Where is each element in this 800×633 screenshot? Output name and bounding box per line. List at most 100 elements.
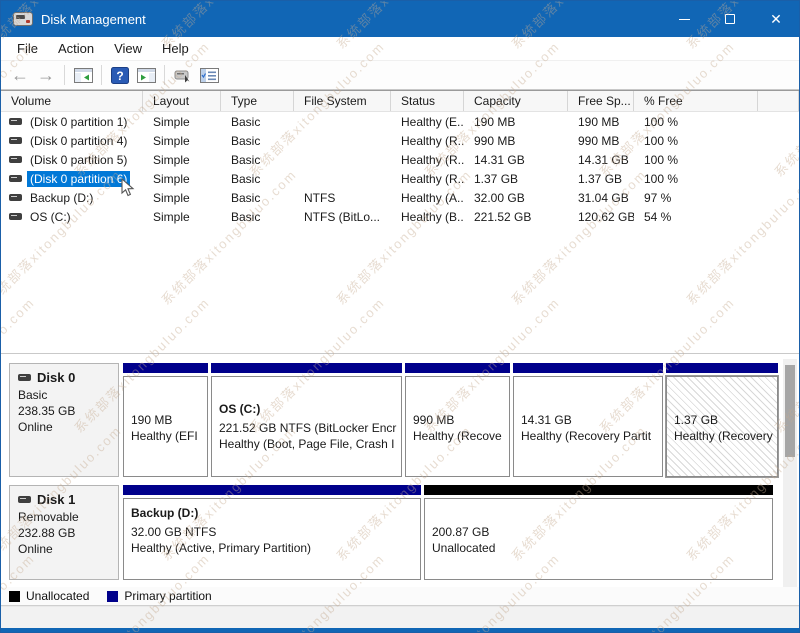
close-button[interactable]: ✕ [753,1,799,37]
table-cell: 31.04 GB [568,191,634,205]
back-icon[interactable]: ← [8,64,32,86]
volume-icon [9,137,22,144]
volume-cell[interactable]: (Disk 0 partition 4) [1,133,143,149]
partition-type-bar [666,363,778,373]
legend-bar: Unallocated Primary partition [1,587,799,605]
table-row[interactable]: OS (C:)SimpleBasicNTFS (BitLo...Healthy … [1,207,799,226]
volume-name[interactable]: (Disk 0 partition 1) [27,114,130,130]
column-header-filler[interactable] [758,91,799,111]
table-cell: NTFS [294,191,391,205]
partition-type-bar [123,363,208,373]
volume-cell[interactable]: Backup (D:) [1,190,143,206]
scrollbar-thumb[interactable] [785,365,795,457]
table-cell: Healthy (R... [391,153,464,167]
partition-block[interactable]: OS (C:)221.52 GB NTFS (BitLocker EncrHea… [211,363,402,477]
partition-body[interactable]: 990 MBHealthy (Recove [405,376,510,477]
table-cell: 100 % [634,172,758,186]
column-header-File System[interactable]: File System [294,91,391,111]
menu-file[interactable]: File [7,39,48,58]
table-cell: Healthy (A... [391,191,464,205]
column-header-% Free[interactable]: % Free [634,91,758,111]
disk-icon [18,496,31,503]
volume-name[interactable]: (Disk 0 partition 5) [27,152,130,168]
toolbar-separator [101,65,102,85]
table-cell: Healthy (E... [391,115,464,129]
unallocated-region[interactable]: 200.87 GBUnallocated [424,485,773,580]
partition-status: Healthy (Boot, Page File, Crash I [219,437,394,451]
table-cell: 14.31 GB [568,153,634,167]
menu-view[interactable]: View [104,39,152,58]
table-cell: 100 % [634,134,758,148]
disk-row-disk-1: Disk 1Removable232.88 GBOnlineBackup (D:… [9,485,773,580]
vertical-scrollbar[interactable] [783,359,797,587]
volume-name[interactable]: (Disk 0 partition 4) [27,133,130,149]
partition-body[interactable]: Backup (D:)32.00 GB NTFSHealthy (Active,… [123,498,421,580]
column-header-Volume[interactable]: Volume [1,91,143,111]
help-icon[interactable]: ? [108,64,132,86]
partition-status: Healthy (EFI [131,429,200,443]
volume-icon [9,194,22,201]
table-cell: 990 MB [568,134,634,148]
disk-info-panel[interactable]: Disk 1Removable232.88 GBOnline [9,485,119,580]
partition-body[interactable]: 190 MBHealthy (EFI [123,376,208,477]
table-row[interactable]: (Disk 0 partition 1)SimpleBasicHealthy (… [1,112,799,131]
forward-icon[interactable]: → [34,64,58,86]
partition-body[interactable]: 200.87 GBUnallocated [424,498,773,580]
disk-detail: Online [18,420,110,434]
partition-block[interactable]: Backup (D:)32.00 GB NTFSHealthy (Active,… [123,485,421,580]
volume-cell[interactable]: (Disk 0 partition 1) [1,114,143,130]
table-row[interactable]: (Disk 0 partition 4)SimpleBasicHealthy (… [1,131,799,150]
menu-help[interactable]: Help [152,39,199,58]
volume-name[interactable]: Backup (D:) [27,190,96,206]
table-row[interactable]: (Disk 0 partition 6)SimpleBasicHealthy (… [1,169,799,188]
volume-table-body: (Disk 0 partition 1)SimpleBasicHealthy (… [1,112,799,226]
column-header-Capacity[interactable]: Capacity [464,91,568,111]
disk-detail: Online [18,542,110,556]
disk-management-window: Disk Management ✕ FileActionViewHelp ←→?… [0,0,800,633]
partition-body[interactable]: 14.31 GBHealthy (Recovery Partit [513,376,663,477]
minimize-button[interactable] [661,1,707,37]
disk-graph-pane: Disk 0Basic238.35 GBOnline190 MBHealthy … [1,359,799,587]
column-header-Type[interactable]: Type [221,91,294,111]
partition-size: 221.52 GB NTFS (BitLocker Encr [219,421,394,435]
table-row[interactable]: Backup (D:)SimpleBasicNTFSHealthy (A...3… [1,188,799,207]
partition-body[interactable]: 1.37 GBHealthy (Recovery [666,376,778,477]
partition-block[interactable]: 14.31 GBHealthy (Recovery Partit [513,363,663,477]
table-cell: Simple [143,115,221,129]
partition-block[interactable]: 1.37 GBHealthy (Recovery [666,363,778,477]
pointer-menu-icon[interactable] [171,64,195,86]
action-pane-icon[interactable] [134,64,158,86]
legend-swatch [107,591,118,602]
partition-block[interactable]: 990 MBHealthy (Recove [405,363,510,477]
volume-icon [9,213,22,220]
volume-name[interactable]: OS (C:) [27,209,74,225]
toolbar-separator [64,65,65,85]
legend-item: Unallocated [9,589,89,603]
disk-name: Disk 0 [18,370,110,385]
table-cell: Healthy (R... [391,134,464,148]
column-header-Status[interactable]: Status [391,91,464,111]
volume-cell[interactable]: (Disk 0 partition 6) [1,171,143,187]
console-tree-icon[interactable] [71,64,95,86]
column-header-Layout[interactable]: Layout [143,91,221,111]
titlebar: Disk Management ✕ [1,1,799,37]
legend-label: Primary partition [124,589,211,603]
disk-row-disk-0: Disk 0Basic238.35 GBOnline190 MBHealthy … [9,363,778,477]
column-header-Free Sp...[interactable]: Free Sp... [568,91,634,111]
table-cell: 32.00 GB [464,191,568,205]
volume-cell[interactable]: (Disk 0 partition 5) [1,152,143,168]
maximize-button[interactable] [707,1,753,37]
partition-block[interactable]: 190 MBHealthy (EFI [123,363,208,477]
partition-strip: 190 MBHealthy (EFIOS (C:)221.52 GB NTFS … [123,363,778,477]
checklist-icon[interactable] [197,64,221,86]
partition-status: Unallocated [432,541,765,555]
table-cell: Simple [143,134,221,148]
legend-label: Unallocated [26,589,89,603]
disk-info-panel[interactable]: Disk 0Basic238.35 GBOnline [9,363,119,477]
menu-action[interactable]: Action [48,39,104,58]
volume-name[interactable]: (Disk 0 partition 6) [27,171,130,187]
partition-status: Healthy (Recovery [674,429,770,443]
partition-body[interactable]: OS (C:)221.52 GB NTFS (BitLocker EncrHea… [211,376,402,477]
volume-cell[interactable]: OS (C:) [1,209,143,225]
table-row[interactable]: (Disk 0 partition 5)SimpleBasicHealthy (… [1,150,799,169]
